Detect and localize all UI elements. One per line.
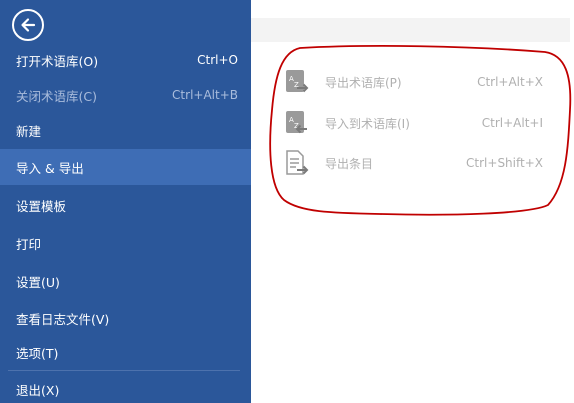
menu-options[interactable]: 选项(T) — [0, 334, 251, 370]
menu-close-termbase[interactable]: 关闭术语库(C) Ctrl+Alt+B — [0, 77, 251, 113]
content-pane: A Z 导出术语库(P) Ctrl+Alt+X A Z 导入到术语库(I) Ct… — [251, 0, 574, 403]
menu-import-export[interactable]: 导入 & 导出 — [0, 149, 251, 185]
menu-exit[interactable]: 退出(X) — [0, 371, 251, 403]
menu-shortcut: Ctrl+Alt+B — [172, 88, 238, 102]
menu-label: 打开术语库(O) — [16, 53, 99, 69]
menu-open-termbase[interactable]: 打开术语库(O) Ctrl+O — [0, 42, 251, 78]
menu-label: 新建 — [16, 123, 42, 139]
submenu-shortcut: Ctrl+Alt+X — [477, 75, 543, 89]
backstage-sidebar: 打开术语库(O) Ctrl+O 关闭术语库(C) Ctrl+Alt+B 新建 导… — [0, 0, 251, 403]
menu-label: 选项(T) — [16, 345, 59, 361]
submenu-shortcut: Ctrl+Alt+I — [481, 116, 543, 130]
submenu-import-termbase[interactable]: A Z 导入到术语库(I) Ctrl+Alt+I — [283, 108, 543, 138]
submenu-export-termbase[interactable]: A Z 导出术语库(P) Ctrl+Alt+X — [283, 67, 543, 97]
content-header-bar — [251, 18, 570, 42]
menu-view-log[interactable]: 查看日志文件(V) — [0, 300, 251, 336]
submenu-shortcut: Ctrl+Shift+X — [466, 156, 543, 170]
menu-label: 查看日志文件(V) — [16, 311, 110, 327]
menu-label: 关闭术语库(C) — [16, 88, 97, 104]
menu-setup-template[interactable]: 设置模板 — [0, 187, 251, 223]
export-entries-icon — [283, 148, 311, 178]
export-termbase-icon: A Z — [283, 67, 311, 97]
menu-label: 打印 — [16, 236, 42, 252]
back-arrow-icon — [21, 18, 36, 32]
backstage-window: 打开术语库(O) Ctrl+O 关闭术语库(C) Ctrl+Alt+B 新建 导… — [0, 0, 574, 403]
menu-shortcut: Ctrl+O — [197, 53, 238, 67]
back-button[interactable] — [12, 9, 44, 41]
submenu-label: 导入到术语库(I) — [325, 116, 410, 131]
submenu-label: 导出术语库(P) — [325, 75, 402, 90]
menu-label: 导入 & 导出 — [16, 160, 84, 176]
menu-label: 设置模板 — [16, 198, 67, 214]
menu-print[interactable]: 打印 — [0, 225, 251, 261]
submenu-export-entries[interactable]: 导出条目 Ctrl+Shift+X — [283, 148, 543, 178]
import-termbase-icon: A Z — [283, 108, 311, 138]
menu-settings[interactable]: 设置(U) — [0, 263, 251, 299]
submenu-label: 导出条目 — [325, 156, 374, 171]
menu-new[interactable]: 新建 — [0, 112, 251, 148]
menu-label: 设置(U) — [16, 274, 60, 290]
menu-label: 退出(X) — [16, 382, 60, 398]
